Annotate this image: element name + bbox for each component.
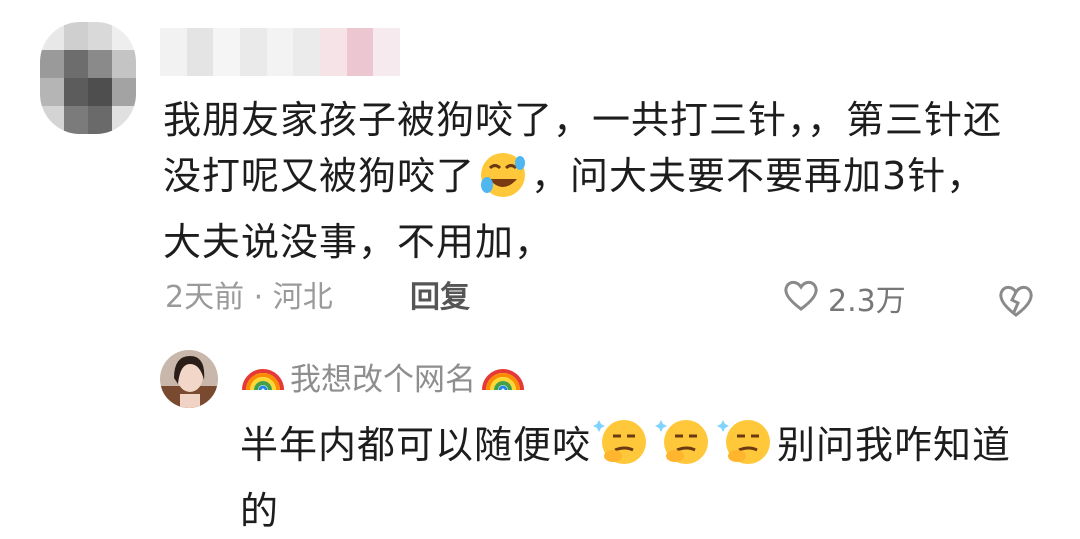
comment-meta: 2天前 · 河北 bbox=[165, 280, 333, 315]
reply-user-avatar[interactable] bbox=[160, 350, 218, 408]
rofl-emoji-icon bbox=[475, 149, 531, 214]
smirk-emoji-icon bbox=[715, 416, 777, 483]
smirk-emoji-icon bbox=[591, 416, 653, 483]
like-button[interactable]: 2.3万 bbox=[782, 278, 906, 325]
broken-heart-icon bbox=[996, 285, 1036, 322]
commenter-name-blurred[interactable] bbox=[160, 28, 400, 76]
reply-text-part1: 半年内都可以随便咬 bbox=[240, 423, 592, 467]
comment-text: 我朋友家孩子被狗咬了，一共打三针，，第三针还没打呢又被狗咬了 ，问大夫要不要再加… bbox=[163, 92, 1023, 270]
reply-text: 半年内都可以随便咬 别问我咋知道的 bbox=[240, 416, 1040, 539]
like-count: 2.3万 bbox=[828, 283, 906, 319]
rainbow-emoji-icon bbox=[240, 354, 286, 406]
rainbow-emoji-icon bbox=[480, 354, 526, 406]
dislike-button[interactable] bbox=[996, 282, 1036, 322]
reply-username[interactable]: 我想改个网名 bbox=[240, 354, 526, 406]
commenter-avatar-blurred[interactable] bbox=[40, 22, 136, 134]
heart-outline-icon bbox=[782, 278, 820, 325]
reply-button[interactable]: 回复 bbox=[410, 276, 470, 320]
reply-username-text: 我想改个网名 bbox=[290, 362, 476, 398]
smirk-emoji-icon bbox=[653, 416, 715, 483]
